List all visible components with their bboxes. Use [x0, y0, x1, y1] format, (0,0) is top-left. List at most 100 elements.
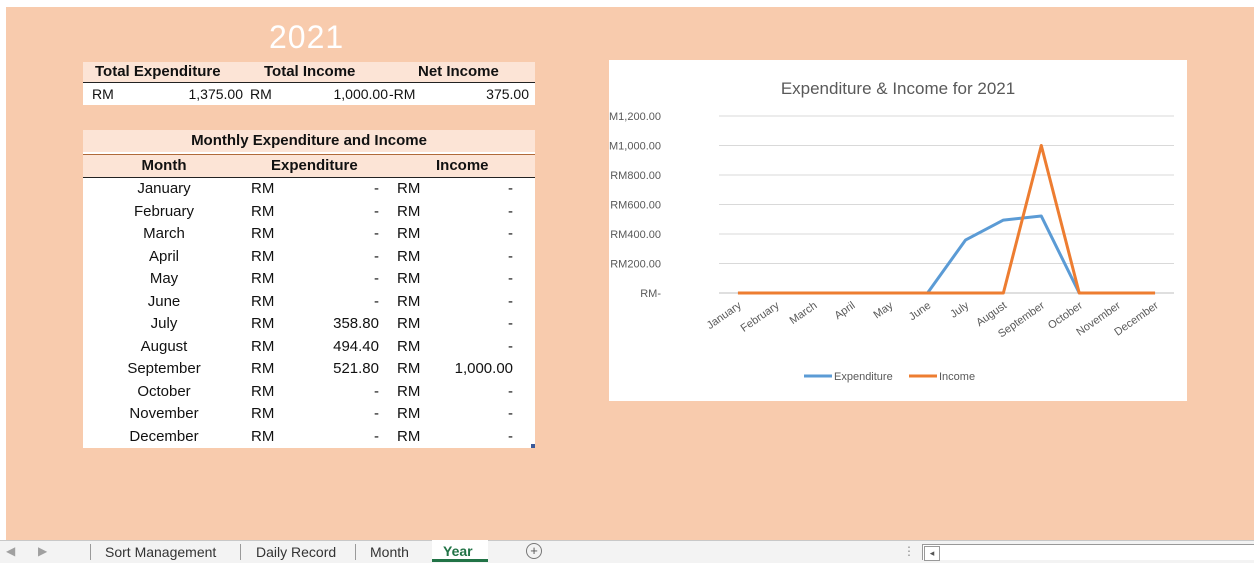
net-income-value: 375.00: [486, 86, 529, 102]
month-cell: May: [149, 270, 179, 287]
table-row: September RM 521.80 RM 1,000.00: [83, 358, 535, 380]
x-tick-label: February: [739, 299, 782, 334]
tab-year-label: Year: [443, 543, 473, 559]
expenditure-cell: -: [374, 225, 379, 242]
tab-divider: [90, 544, 91, 560]
previous-sheet-icon[interactable]: ◀: [6, 544, 15, 558]
table-row: February RM - RM -: [83, 201, 535, 223]
currency-cell: RM: [251, 337, 275, 355]
income-cell: -: [508, 337, 513, 355]
currency-cell: RM: [397, 405, 421, 422]
currency-cell: RM: [251, 405, 275, 422]
currency-cell: RM: [397, 360, 421, 377]
expenditure-column-header: Expenditure: [271, 157, 358, 174]
net-income-header: Net Income: [418, 63, 499, 80]
month-cell: February: [133, 202, 195, 220]
currency-cell: RM: [251, 315, 275, 332]
summary-table: Total Expenditure Total Income Net Incom…: [83, 62, 535, 105]
summary-values-row: RM 1,375.00 RM 1,000.00 -RM 375.00: [83, 84, 535, 104]
total-expenditure-value: 1,375.00: [188, 86, 244, 102]
table-row: October RM - RM -: [83, 381, 535, 403]
currency-cell: RM: [397, 315, 421, 332]
income-cell: -: [508, 270, 513, 287]
currency-label: -RM: [389, 86, 416, 102]
legend-label: Income: [939, 371, 975, 383]
income-cell: -: [508, 315, 513, 332]
currency-cell: RM: [251, 382, 275, 400]
expenditure-cell: -: [374, 180, 379, 197]
income-cell: -: [508, 247, 513, 265]
month-cell: January: [137, 180, 191, 197]
add-sheet-icon[interactable]: +: [526, 543, 542, 559]
worksheet-area: 2021 Total Expenditure Total Income Net …: [6, 7, 1254, 540]
month-cell: April: [148, 247, 179, 265]
expenditure-cell: -: [374, 247, 379, 265]
table-row: November RM - RM -: [83, 403, 535, 425]
horizontal-scrollbar[interactable]: [922, 544, 1254, 560]
expenditure-cell: -: [374, 427, 379, 445]
scroll-left-icon[interactable]: ◂: [924, 546, 940, 561]
currency-cell: RM: [251, 427, 275, 445]
tab-month[interactable]: Month: [370, 544, 409, 560]
x-tick-label: June: [907, 300, 933, 324]
y-tick-label: RM-: [640, 288, 661, 300]
total-income-header: Total Income: [264, 63, 356, 80]
expenditure-cell: 358.80: [333, 315, 379, 332]
month-column-header: Month: [141, 157, 187, 174]
next-sheet-icon[interactable]: ▶: [38, 544, 47, 558]
income-cell: -: [508, 202, 513, 220]
table-resize-handle[interactable]: [531, 444, 535, 448]
series-line-income: [737, 144, 1156, 295]
tab-daily-record[interactable]: Daily Record: [256, 544, 336, 560]
expenditure-cell: -: [374, 405, 379, 422]
month-cell: October: [137, 382, 191, 400]
monthly-table-title: Monthly Expenditure and Income: [83, 130, 535, 152]
currency-cell: RM: [397, 292, 421, 310]
currency-cell: RM: [397, 247, 421, 265]
chart-title: Expenditure & Income for 2021: [781, 79, 1015, 98]
month-cell: March: [143, 225, 185, 242]
y-tick-label: RM1,200.00: [609, 111, 661, 123]
table-row: January RM - RM -: [83, 178, 535, 200]
currency-cell: RM: [397, 180, 421, 197]
income-cell: -: [508, 427, 513, 445]
line-chart[interactable]: Expenditure & Income for 2021 RM- RM200.0…: [609, 60, 1187, 401]
x-tick-label: April: [833, 300, 858, 322]
more-options-icon[interactable]: ⋮: [903, 544, 915, 558]
income-cell: -: [508, 405, 513, 422]
currency-cell: RM: [251, 292, 275, 310]
tab-sort-management[interactable]: Sort Management: [105, 544, 216, 560]
chart-svg: Expenditure & Income for 2021 RM- RM200.0…: [609, 79, 1174, 383]
expenditure-cell: -: [374, 202, 379, 220]
currency-cell: RM: [251, 247, 275, 265]
currency-cell: RM: [251, 225, 275, 242]
expenditure-cell: -: [374, 292, 379, 310]
y-tick-label: RM600.00: [610, 200, 661, 212]
y-tick-label: RM800.00: [610, 170, 661, 182]
month-cell: July: [150, 315, 178, 332]
tab-divider: [240, 544, 241, 560]
currency-label: RM: [92, 86, 114, 102]
month-cell: November: [129, 405, 199, 422]
summary-header-row: Total Expenditure Total Income Net Incom…: [83, 62, 535, 83]
tab-year[interactable]: Year: [432, 540, 488, 562]
monthly-table: Monthly Expenditure and Income Month Exp…: [83, 130, 535, 448]
income-cell: 1,000.00: [454, 360, 513, 377]
x-tick-label: March: [788, 300, 820, 327]
table-row: December RM - RM -: [83, 426, 535, 448]
year-title: 2021: [269, 19, 345, 55]
table-row: March RM - RM -: [83, 223, 535, 245]
income-cell: -: [508, 180, 513, 197]
total-expenditure-header: Total Expenditure: [95, 63, 221, 80]
income-cell: -: [508, 225, 513, 242]
currency-cell: RM: [397, 270, 421, 287]
table-row: April RM - RM -: [83, 246, 535, 268]
tab-divider: [355, 544, 356, 560]
currency-cell: RM: [251, 202, 275, 220]
total-income-value: 1,000.00: [333, 86, 389, 102]
currency-cell: RM: [397, 202, 421, 220]
currency-cell: RM: [397, 427, 421, 445]
currency-cell: RM: [251, 180, 275, 197]
table-row: August RM 494.40 RM -: [83, 336, 535, 358]
currency-cell: RM: [251, 360, 275, 377]
